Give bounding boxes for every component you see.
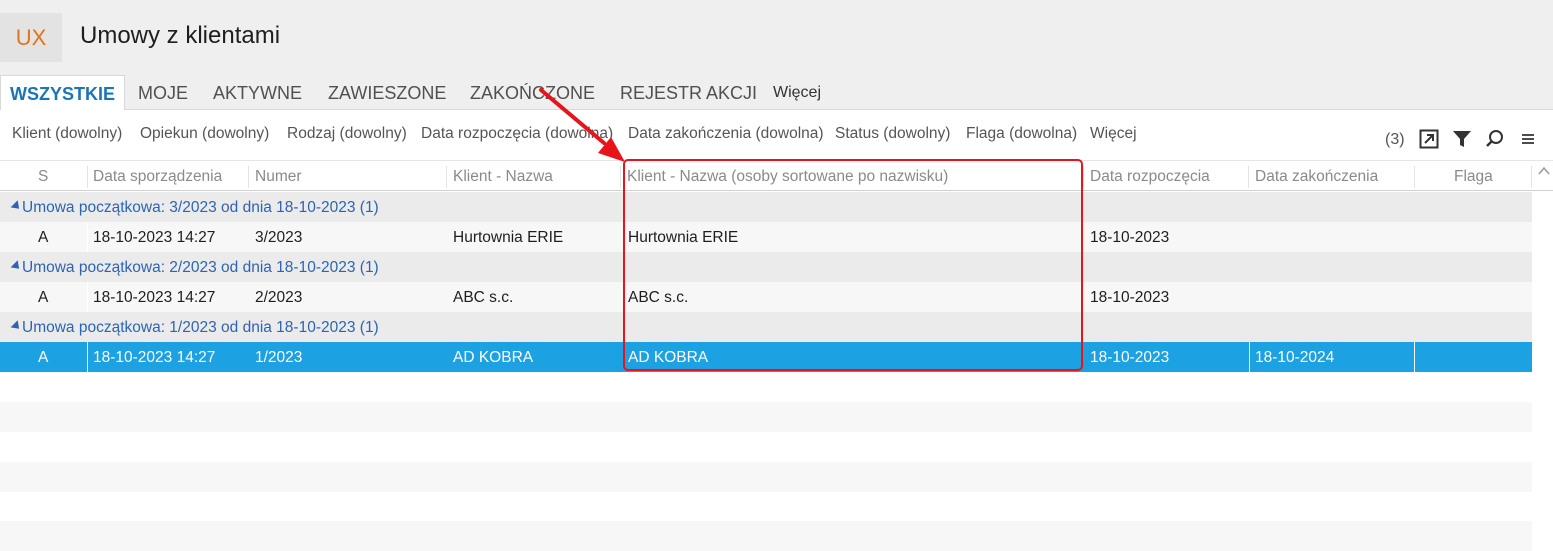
group-row[interactable]: Umowa początkowa: 1/2023 od dnia 18-10-2… [0, 312, 1532, 342]
empty-row [0, 492, 1532, 522]
cell-klient-nazwa: ABC s.c. [453, 289, 514, 306]
table-row-selected[interactable]: A 18-10-2023 14:27 1/2023 AD KOBRA AD KO… [0, 342, 1532, 372]
cell-data-zakonczenia: 18-10-2024 [1255, 349, 1335, 366]
tab-moje[interactable]: MOJE [138, 75, 188, 110]
group-label: Umowa początkowa: 2/2023 od dnia 18-10-2… [10, 252, 379, 283]
filter-data-zakonczenia[interactable]: Data zakończenia (dowolna) [628, 125, 824, 143]
cell-data-sporzadzenia: 18-10-2023 14:27 [93, 349, 216, 366]
cell-numer: 1/2023 [255, 349, 303, 366]
column-header-numer[interactable]: Numer [255, 161, 302, 191]
cell-numer: 3/2023 [255, 229, 303, 246]
cell-data-sporzadzenia: 18-10-2023 14:27 [93, 229, 216, 246]
group-label: Umowa początkowa: 3/2023 od dnia 18-10-2… [10, 192, 379, 223]
group-label: Umowa początkowa: 1/2023 od dnia 18-10-2… [10, 312, 379, 343]
cell-numer: 2/2023 [255, 289, 303, 306]
tab-wszystkie[interactable]: WSZYSTKIE [0, 75, 125, 111]
empty-row [0, 372, 1532, 402]
column-separator [1531, 166, 1532, 188]
filter-icon[interactable] [1452, 129, 1472, 149]
grid-header: S Data sporządzenia Numer Klient - Nazwa… [0, 160, 1553, 191]
menu-icon[interactable] [1518, 129, 1538, 149]
column-separator[interactable] [620, 166, 621, 188]
column-header-klient-nazwa[interactable]: Klient - Nazwa [453, 161, 553, 191]
table-row[interactable]: A 18-10-2023 14:27 3/2023 Hurtownia ERIE… [0, 222, 1532, 252]
filter-status[interactable]: Status (dowolny) [835, 125, 950, 143]
column-header-data-rozpoczecia[interactable]: Data rozpoczęcia [1090, 161, 1210, 191]
column-separator[interactable] [1083, 166, 1084, 188]
column-header-data-sporzadzenia[interactable]: Data sporządzenia [93, 161, 222, 191]
group-label-text: Umowa początkowa: 2/2023 od dnia 18-10-2… [22, 259, 379, 276]
tab-zakonczone[interactable]: ZAKOŃCZONE [470, 75, 595, 110]
empty-row [0, 521, 1532, 551]
tab-rejestr-akcji[interactable]: REJESTR AKCJI [620, 75, 757, 110]
tab-more[interactable]: Więcej [773, 75, 821, 110]
cell-data-rozpoczecia: 18-10-2023 [1090, 349, 1170, 366]
tab-aktywne[interactable]: AKTYWNE [213, 75, 302, 110]
group-row[interactable]: Umowa początkowa: 3/2023 od dnia 18-10-2… [0, 192, 1532, 222]
record-count: (3) [1385, 131, 1405, 148]
group-row[interactable]: Umowa początkowa: 2/2023 od dnia 18-10-2… [0, 252, 1532, 282]
filter-data-rozpoczecia[interactable]: Data rozpoczęcia (dowolna) [421, 125, 613, 143]
search-icon[interactable] [1485, 129, 1505, 149]
filter-rodzaj[interactable]: Rodzaj (dowolny) [287, 125, 407, 143]
group-label-text: Umowa początkowa: 1/2023 od dnia 18-10-2… [22, 319, 379, 336]
column-header-s[interactable]: S [38, 161, 48, 191]
cell-separator [1414, 342, 1415, 372]
cell-data-rozpoczecia: 18-10-2023 [1090, 229, 1170, 246]
column-header-data-zakonczenia[interactable]: Data zakończenia [1255, 161, 1378, 191]
filter-klient[interactable]: Klient (dowolny) [12, 125, 122, 143]
tab-zawieszone[interactable]: ZAWIESZONE [328, 75, 446, 110]
empty-row [0, 432, 1532, 462]
empty-row [0, 402, 1532, 432]
cell-separator [1249, 342, 1250, 372]
cell-separator [87, 342, 88, 372]
table-row[interactable]: A 18-10-2023 14:27 2/2023 ABC s.c. ABC s… [0, 282, 1532, 312]
cell-separator [87, 222, 88, 252]
cell-s: A [38, 289, 49, 306]
filter-flaga[interactable]: Flaga (dowolna) [966, 125, 1077, 143]
tab-bar: WSZYSTKIE MOJE AKTYWNE ZAWIESZONE ZAKOŃC… [0, 75, 1553, 111]
scroll-up-icon[interactable] [1537, 164, 1551, 178]
column-separator[interactable] [1248, 166, 1249, 188]
column-header-klient-nazwa-sorted[interactable]: Klient - Nazwa (osoby sortowane po nazwi… [627, 161, 948, 191]
app-logo: UX [0, 13, 62, 62]
collapse-triangle-icon[interactable] [10, 260, 23, 273]
column-separator[interactable] [446, 166, 447, 188]
cell-s: A [38, 349, 49, 366]
cell-data-rozpoczecia: 18-10-2023 [1090, 289, 1170, 306]
column-separator[interactable] [87, 166, 88, 188]
filter-opiekun[interactable]: Opiekun (dowolny) [140, 125, 269, 143]
collapse-triangle-icon[interactable] [10, 200, 23, 213]
cell-s: A [38, 229, 49, 246]
cell-klient-nazwa-sorted: ABC s.c. [628, 289, 689, 306]
cell-klient-nazwa-sorted: AD KOBRA [628, 349, 709, 366]
cell-separator [87, 282, 88, 312]
column-separator[interactable] [1414, 166, 1415, 188]
filter-more[interactable]: Więcej [1090, 125, 1137, 143]
expand-icon[interactable] [1419, 129, 1439, 149]
cell-data-sporzadzenia: 18-10-2023 14:27 [93, 289, 216, 306]
column-header-flaga[interactable]: Flaga [1454, 161, 1493, 191]
page-title: Umowy z klientami [80, 22, 281, 49]
cell-klient-nazwa: Hurtownia ERIE [453, 229, 564, 246]
group-label-text: Umowa początkowa: 3/2023 od dnia 18-10-2… [22, 199, 379, 216]
empty-row [0, 462, 1532, 492]
cell-klient-nazwa: AD KOBRA [453, 349, 534, 366]
filter-bar: Klient (dowolny) Opiekun (dowolny) Rodza… [0, 110, 1553, 158]
column-separator[interactable] [248, 166, 249, 188]
cell-klient-nazwa-sorted: Hurtownia ERIE [628, 229, 739, 246]
app-header: UX Umowy z klientami [0, 0, 1553, 75]
collapse-triangle-icon[interactable] [10, 320, 23, 333]
